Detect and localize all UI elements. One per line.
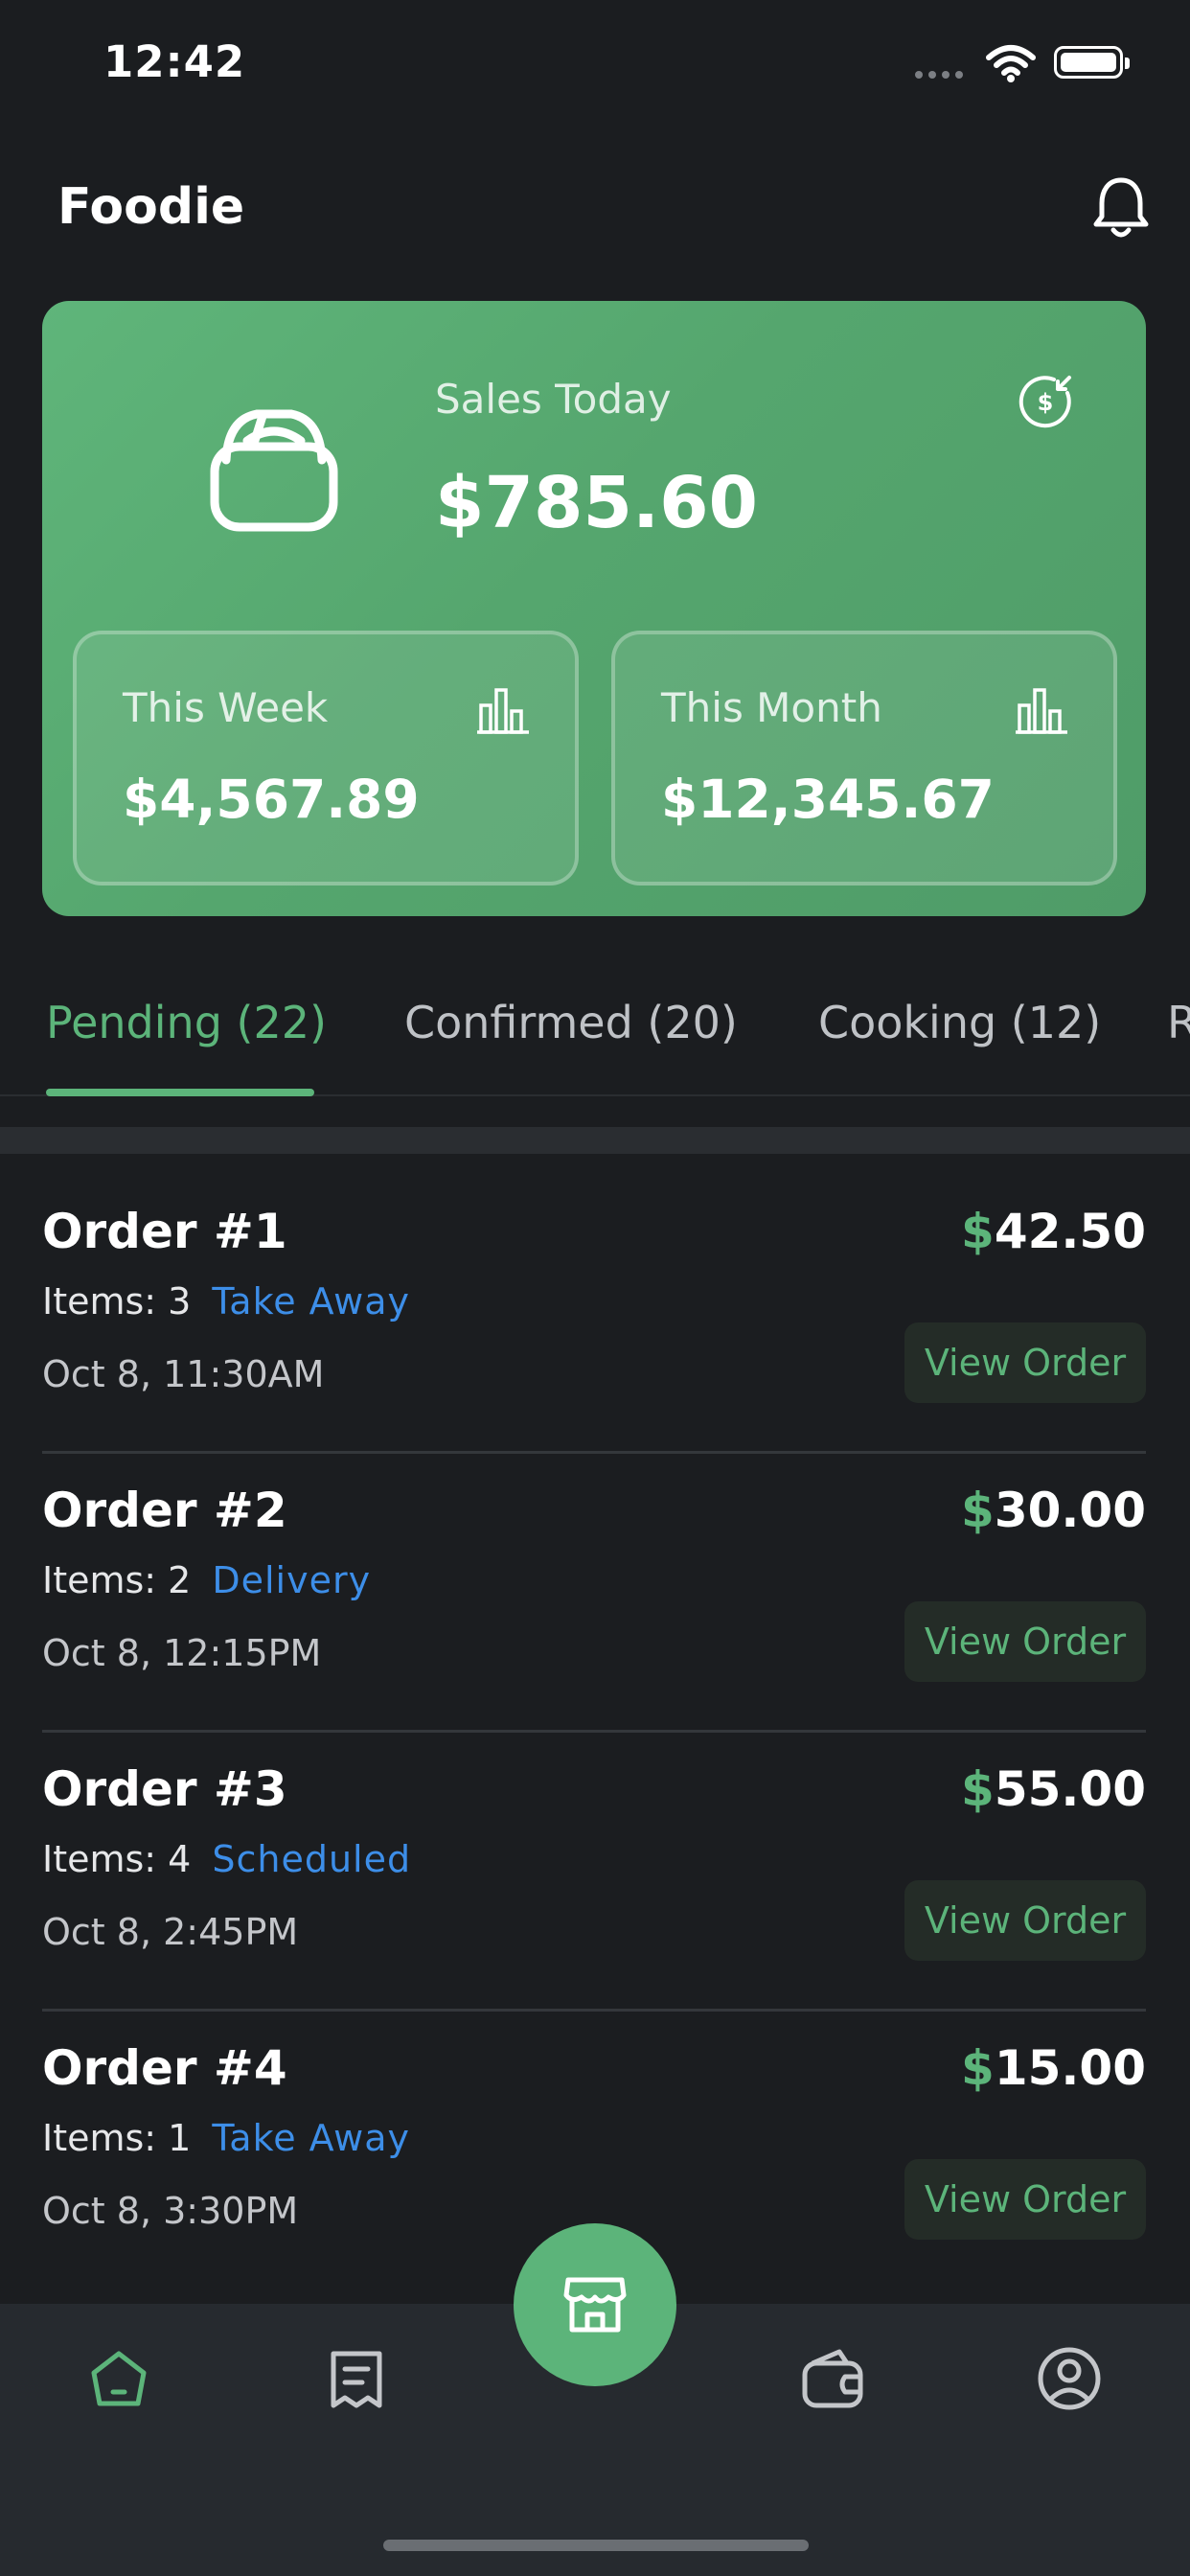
svg-text:$: $ <box>1038 389 1054 416</box>
order-item: Order #1 $42.50 Items: 3 Take Away Oct 8,… <box>42 1204 1146 1482</box>
bar-chart-icon <box>477 684 529 740</box>
bar-chart-icon <box>1016 684 1067 740</box>
bell-icon[interactable] <box>1090 174 1152 245</box>
order-item: Order #2 $30.00 Items: 2 Delivery Oct 8, … <box>42 1483 1146 1760</box>
order-items: Items: 2 Delivery <box>42 1559 372 1601</box>
shopping-bag-icon <box>209 402 339 537</box>
app-title: Foodie <box>57 178 245 236</box>
this-week-label: This Week <box>123 684 329 731</box>
order-divider <box>42 1451 1146 1454</box>
order-divider <box>42 1730 1146 1733</box>
view-order-button[interactable]: View Order <box>904 1601 1146 1682</box>
tab-pending[interactable]: Pending (22) <box>46 997 327 1048</box>
tab-confirmed[interactable]: Confirmed (20) <box>404 997 738 1048</box>
order-title: Order #1 <box>42 1204 287 1259</box>
store-icon <box>563 2277 627 2333</box>
sales-today-label: Sales Today <box>435 376 672 423</box>
order-divider <box>42 2009 1146 2012</box>
order-item: Order #3 $55.00 Items: 4 Scheduled Oct 8,… <box>42 1761 1146 2039</box>
view-order-button[interactable]: View Order <box>904 1322 1146 1403</box>
active-tab-indicator <box>46 1089 314 1096</box>
dollar-refresh-icon[interactable]: $ <box>1016 372 1075 435</box>
view-order-button[interactable]: View Order <box>904 1880 1146 1961</box>
view-order-button[interactable]: View Order <box>904 2159 1146 2240</box>
signal-icon <box>915 71 963 79</box>
order-date: Oct 8, 11:30AM <box>42 1353 325 1395</box>
this-week-value: $4,567.89 <box>123 769 420 830</box>
this-week-card[interactable]: This Week $4,567.89 <box>73 631 579 886</box>
order-type: Delivery <box>212 1559 372 1601</box>
tab-ready[interactable]: R <box>1167 997 1190 1048</box>
order-title: Order #2 <box>42 1483 287 1538</box>
order-type: Take Away <box>212 1280 410 1322</box>
wifi-icon <box>985 44 1037 86</box>
order-items: Items: 4 Scheduled <box>42 1838 412 1880</box>
home-icon[interactable] <box>86 2346 151 2415</box>
order-type: Take Away <box>212 2117 410 2159</box>
battery-icon <box>1054 46 1130 79</box>
order-title: Order #3 <box>42 1761 287 1817</box>
order-items: Items: 1 Take Away <box>42 2117 410 2159</box>
store-button[interactable] <box>514 2223 676 2386</box>
order-price: $42.50 <box>961 1204 1146 1259</box>
order-price: $55.00 <box>961 1761 1146 1817</box>
order-date: Oct 8, 2:45PM <box>42 1911 299 1953</box>
tab-cooking[interactable]: Cooking (12) <box>818 997 1101 1048</box>
status-time: 12:42 <box>103 36 246 87</box>
sales-today-value: $785.60 <box>435 462 759 544</box>
section-divider <box>0 1127 1190 1154</box>
order-type: Scheduled <box>212 1838 412 1880</box>
this-month-card[interactable]: This Month $12,345.67 <box>611 631 1117 886</box>
order-items: Items: 3 Take Away <box>42 1280 410 1322</box>
order-date: Oct 8, 12:15PM <box>42 1632 322 1674</box>
order-price: $30.00 <box>961 1483 1146 1538</box>
this-month-label: This Month <box>661 684 882 731</box>
order-price: $15.00 <box>961 2040 1146 2096</box>
home-indicator[interactable] <box>383 2540 809 2551</box>
this-month-value: $12,345.67 <box>661 769 995 830</box>
order-title: Order #4 <box>42 2040 287 2096</box>
profile-icon[interactable] <box>1037 2346 1102 2415</box>
order-date: Oct 8, 3:30PM <box>42 2190 299 2232</box>
receipt-icon[interactable] <box>324 2346 389 2415</box>
wallet-icon[interactable] <box>799 2346 866 2415</box>
